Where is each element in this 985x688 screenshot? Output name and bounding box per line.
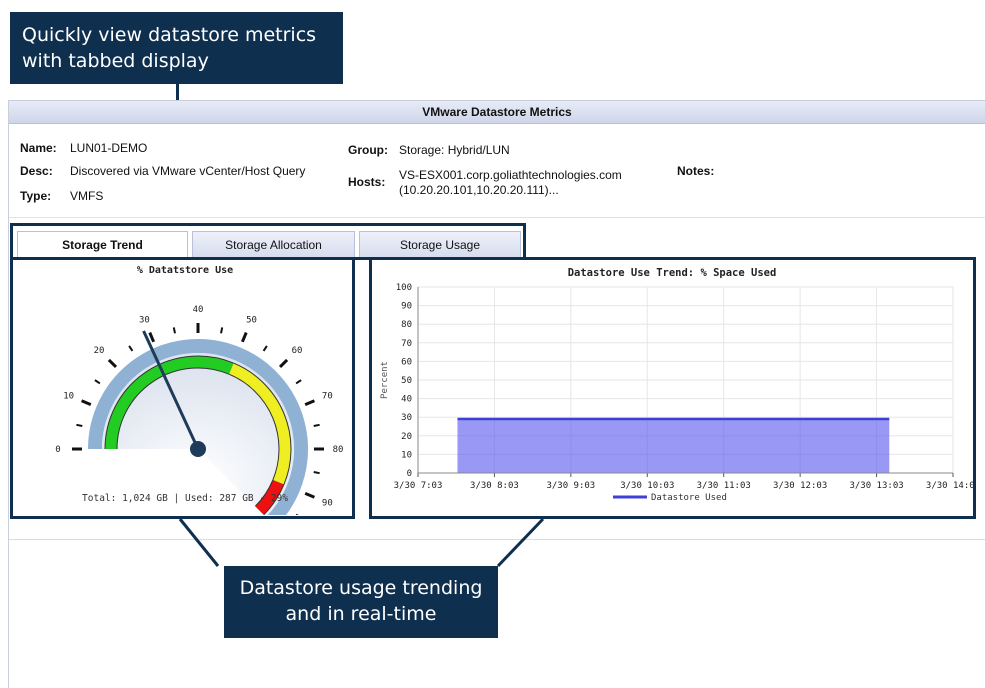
- content-divider: [9, 539, 985, 540]
- panel-title: VMware Datastore Metrics: [9, 101, 985, 124]
- desc-value: Discovered via VMware vCenter/Host Query: [70, 164, 306, 178]
- notes-label: Notes:: [677, 164, 715, 178]
- callout-bottom-line-2: and in real-time: [285, 603, 437, 625]
- gauge-highlight-box: [10, 257, 355, 519]
- callout-bottom-line-1: Datastore usage trending: [239, 577, 483, 599]
- type-value: VMFS: [70, 189, 104, 203]
- callout-tabbed-display: Quickly view datastore metrics with tabb…: [10, 12, 343, 84]
- callout-top-line-1: Quickly view datastore metrics: [22, 24, 317, 46]
- callout-top-line-2: with tabbed display: [22, 50, 209, 72]
- callout-usage-trending: Datastore usage trending and in real-tim…: [224, 566, 498, 638]
- name-value: LUN01-DEMO: [70, 141, 148, 155]
- group-label: Group:: [348, 143, 388, 157]
- group-value: Storage: Hybrid/LUN: [399, 143, 510, 157]
- desc-label: Desc:: [20, 164, 53, 178]
- hosts-value-line-2: (10.20.20.101,10.20.20.111)...: [399, 183, 559, 197]
- name-label: Name:: [20, 141, 57, 155]
- chart-highlight-box: [369, 257, 976, 519]
- type-label: Type:: [20, 189, 52, 203]
- tabs-highlight-box: [10, 223, 526, 260]
- info-divider: [9, 217, 985, 218]
- hosts-value-line-1: VS-ESX001.corp.goliathtechnologies.com: [399, 168, 622, 182]
- hosts-label: Hosts:: [348, 175, 386, 189]
